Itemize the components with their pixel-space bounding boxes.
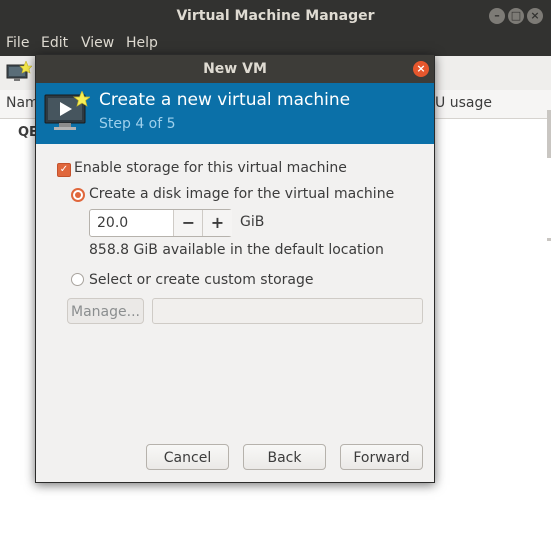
available-space-text: 858.8 GiB available in the default locat… [89, 242, 384, 258]
close-icon[interactable]: × [413, 61, 429, 77]
disk-unit-label: GiB [240, 214, 265, 230]
back-button[interactable]: Back [243, 444, 326, 470]
dialog-title: New VM [36, 55, 434, 83]
custom-storage-radio[interactable] [71, 273, 84, 286]
menu-view[interactable]: View [81, 35, 114, 51]
minimize-icon[interactable]: – [489, 8, 505, 24]
menu-help[interactable]: Help [126, 35, 158, 51]
menu-file[interactable]: File [6, 35, 29, 51]
custom-storage-label[interactable]: Select or create custom storage [89, 272, 314, 288]
close-icon[interactable]: × [527, 8, 543, 24]
forward-button[interactable]: Forward [340, 444, 423, 470]
right-edge-scrollbar[interactable] [547, 110, 551, 158]
new-vm-toolbar-icon[interactable] [6, 61, 32, 83]
dialog-header: Create a new virtual machine Step 4 of 5 [36, 83, 434, 144]
monitor-play-icon [44, 91, 90, 130]
enable-storage-checkbox[interactable]: ✓ [57, 163, 71, 177]
plus-icon[interactable]: + [202, 210, 232, 236]
header-title: Create a new virtual machine [99, 90, 351, 110]
header-step: Step 4 of 5 [99, 116, 176, 132]
disk-size-spinbutton[interactable]: 20.0 − + [89, 209, 232, 237]
disk-size-value[interactable]: 20.0 [97, 215, 128, 231]
right-edge-marker [547, 238, 551, 241]
enable-storage-label[interactable]: Enable storage for this virtual machine [74, 160, 347, 176]
minus-icon[interactable]: − [173, 210, 203, 236]
column-cpu-usage-header[interactable]: U usage [435, 95, 492, 111]
custom-storage-path-input[interactable] [152, 298, 423, 324]
main-window-title: Virtual Machine Manager [0, 0, 551, 32]
main-menubar: File Edit View Help [0, 32, 551, 56]
column-name-header[interactable]: Nam [6, 95, 39, 111]
cancel-button[interactable]: Cancel [146, 444, 229, 470]
maximize-icon[interactable]: □ [508, 8, 524, 24]
menu-edit[interactable]: Edit [41, 35, 68, 51]
disk-image-label[interactable]: Create a disk image for the virtual mach… [89, 186, 394, 202]
new-vm-dialog: New VM × Create a new virtual machine St… [35, 54, 435, 483]
manage-button[interactable]: Manage... [67, 298, 144, 324]
disk-image-radio[interactable] [71, 188, 85, 202]
